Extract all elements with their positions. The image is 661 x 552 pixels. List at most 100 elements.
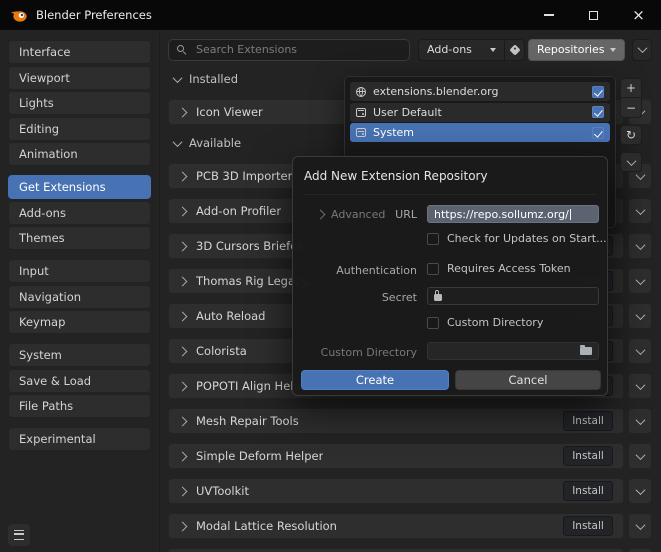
chevron-down-icon bbox=[635, 415, 645, 425]
requires-token-row: Requires Access Token bbox=[427, 262, 571, 275]
section-available-label: Available bbox=[189, 136, 241, 150]
extension-dropdown-button[interactable] bbox=[628, 198, 652, 224]
search-icon bbox=[176, 44, 188, 56]
sidebar-item-viewport[interactable]: Viewport bbox=[8, 66, 151, 90]
search-box bbox=[168, 39, 410, 61]
extension-dropdown-button[interactable] bbox=[628, 303, 652, 329]
install-button[interactable]: Install bbox=[563, 481, 613, 501]
extension-dropdown-button[interactable] bbox=[628, 513, 652, 539]
add-repository-dialog: Add New Extension Repository Advanced UR… bbox=[292, 156, 608, 396]
chevron-down-icon bbox=[635, 275, 645, 285]
repository-enabled-checkbox[interactable] bbox=[592, 127, 604, 139]
url-input[interactable]: https://repo.sollumz.org/ bbox=[427, 205, 599, 223]
extension-dropdown-button[interactable] bbox=[628, 548, 652, 552]
sidebar-item-animation[interactable]: Animation bbox=[8, 142, 151, 166]
extension-panel-header[interactable]: Mesh Repair ToolsInstall bbox=[168, 408, 624, 434]
sidebar-menu-button[interactable] bbox=[8, 524, 30, 546]
sidebar-item-editing[interactable]: Editing bbox=[8, 117, 151, 141]
sidebar: InterfaceViewportLightsEditingAnimation G… bbox=[0, 30, 160, 552]
custom-directory-input[interactable] bbox=[427, 342, 599, 360]
extension-panel-header[interactable]: UVToolkitInstall bbox=[168, 478, 624, 504]
extension-panel-header[interactable] bbox=[168, 548, 624, 552]
repository-row[interactable]: System bbox=[350, 123, 610, 142]
sidebar-item-lights[interactable]: Lights bbox=[8, 91, 151, 115]
extension-panel-header[interactable]: Simple Deform Helper Install bbox=[168, 443, 624, 469]
url-value: https://repo.sollumz.org/ bbox=[434, 208, 569, 221]
create-button[interactable]: Create bbox=[301, 370, 449, 390]
expand-right-icon bbox=[178, 311, 188, 321]
add-repository-button[interactable]: + bbox=[620, 78, 642, 98]
check-for-updates-button[interactable]: ↻ bbox=[620, 125, 642, 145]
lock-icon bbox=[434, 294, 442, 301]
expand-right-icon bbox=[178, 416, 188, 426]
cancel-button[interactable]: Cancel bbox=[455, 370, 601, 390]
sidebar-item-file-paths[interactable]: File Paths bbox=[8, 394, 151, 418]
extension-row: UVToolkitInstall bbox=[168, 478, 653, 504]
sidebar-item-input[interactable]: Input bbox=[8, 259, 151, 283]
extension-dropdown-button[interactable] bbox=[628, 443, 652, 469]
extension-name: Colorista bbox=[196, 344, 247, 358]
secret-input[interactable] bbox=[427, 287, 599, 305]
sidebar-item-save-load[interactable]: Save & Load bbox=[8, 369, 151, 393]
custom-directory-toggle-label: Custom Directory bbox=[447, 316, 543, 329]
expand-right-icon bbox=[178, 206, 188, 216]
filter-by-tags-button[interactable] bbox=[505, 39, 525, 61]
install-button[interactable]: Install bbox=[563, 411, 613, 431]
disk-icon bbox=[356, 108, 366, 117]
install-button[interactable]: Install bbox=[563, 446, 613, 466]
dialog-title: Add New Extension Repository bbox=[304, 169, 488, 183]
repository-row[interactable]: User Default bbox=[350, 103, 610, 122]
extension-type-dropdown[interactable]: Add-ons bbox=[418, 39, 505, 61]
sidebar-item-get-extensions[interactable]: Get Extensions bbox=[8, 175, 151, 199]
folder-icon bbox=[580, 347, 592, 355]
extension-dropdown-button[interactable] bbox=[628, 338, 652, 364]
expand-right-icon bbox=[178, 171, 188, 181]
repository-name: User Default bbox=[373, 106, 442, 119]
sidebar-item-add-ons[interactable]: Add-ons bbox=[8, 201, 151, 225]
requires-token-checkbox[interactable] bbox=[427, 263, 439, 275]
sidebar-nav: InterfaceViewportLightsEditingAnimation G… bbox=[8, 40, 151, 451]
remove-repository-button[interactable]: − bbox=[620, 98, 642, 118]
extension-settings-dropdown[interactable] bbox=[632, 39, 652, 61]
custom-directory-checkbox[interactable] bbox=[427, 317, 439, 329]
sidebar-item-system[interactable]: System bbox=[8, 343, 151, 367]
blender-logo-icon bbox=[10, 9, 27, 22]
toolbar: Add-ons Repositories bbox=[168, 38, 653, 61]
extension-name: Modal Lattice Resolution bbox=[196, 519, 337, 533]
repository-name: extensions.blender.org bbox=[373, 85, 498, 98]
extension-dropdown-button[interactable] bbox=[628, 478, 652, 504]
install-button[interactable]: Install bbox=[563, 516, 613, 536]
chevron-down-icon bbox=[635, 450, 645, 460]
repository-row[interactable]: extensions.blender.org bbox=[350, 82, 610, 101]
search-input[interactable] bbox=[194, 42, 402, 57]
repository-enabled-checkbox[interactable] bbox=[592, 106, 604, 118]
check-updates-checkbox[interactable] bbox=[427, 233, 439, 245]
custom-directory-label: Custom Directory bbox=[293, 346, 417, 359]
extension-panel-header[interactable]: Modal Lattice Resolution Install bbox=[168, 513, 624, 539]
sidebar-item-interface[interactable]: Interface bbox=[8, 40, 151, 64]
sidebar-item-experimental[interactable]: Experimental bbox=[8, 427, 151, 451]
sidebar-item-keymap[interactable]: Keymap bbox=[8, 310, 151, 334]
window-title: Blender Preferences bbox=[36, 8, 152, 22]
sidebar-item-themes[interactable]: Themes bbox=[8, 226, 151, 250]
repositories-button[interactable]: Repositories bbox=[528, 39, 625, 61]
extension-name: Simple Deform Helper bbox=[196, 449, 323, 463]
extension-dropdown-button[interactable] bbox=[628, 373, 652, 399]
minimize-button[interactable] bbox=[526, 0, 571, 30]
chevron-down-icon bbox=[635, 380, 645, 390]
maximize-button[interactable] bbox=[571, 0, 616, 30]
close-button[interactable]: × bbox=[616, 0, 661, 30]
repository-enabled-checkbox[interactable] bbox=[592, 86, 604, 98]
repository-options-dropdown[interactable] bbox=[620, 152, 642, 172]
extension-dropdown-button[interactable] bbox=[628, 408, 652, 434]
repository-list: extensions.blender.org User Default System bbox=[350, 82, 610, 142]
dropdown-arrow-icon bbox=[490, 48, 496, 52]
sidebar-item-navigation[interactable]: Navigation bbox=[8, 285, 151, 309]
window-controls: × bbox=[526, 0, 661, 30]
extension-dropdown-button[interactable] bbox=[628, 233, 652, 259]
disk-icon bbox=[356, 128, 366, 137]
extension-name: Add-on Profiler bbox=[196, 204, 281, 218]
extension-row-partial bbox=[168, 548, 653, 552]
extension-name: Auto Reload bbox=[196, 309, 265, 323]
extension-dropdown-button[interactable] bbox=[628, 268, 652, 294]
